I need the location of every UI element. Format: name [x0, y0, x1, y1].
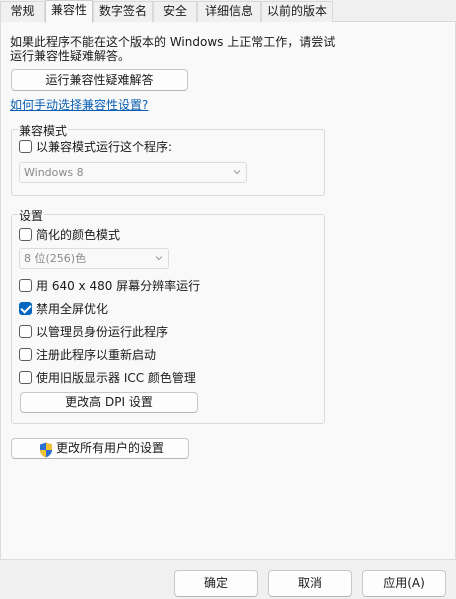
compat-mode-checkbox-label: 以兼容模式运行这个程序: — [36, 139, 173, 154]
tab-digital-signatures[interactable]: 数字签名 — [93, 1, 153, 22]
cancel-button-label: 取消 — [297, 576, 322, 590]
run-as-admin-label: 以管理员身份运行此程序 — [36, 324, 169, 339]
chevron-down-icon — [233, 170, 241, 175]
manual-settings-link[interactable]: 如何手动选择兼容性设置? — [10, 96, 148, 113]
ok-button-label: 确定 — [203, 576, 228, 590]
change-all-users-label: 更改所有用户的设置 — [55, 441, 164, 455]
res-640-label: 用 640 x 480 屏幕分辨率运行 — [36, 278, 201, 293]
color-depth-select: 8 位(256)色 — [19, 248, 169, 269]
change-dpi-label: 更改高 DPI 设置 — [65, 395, 153, 409]
change-dpi-button[interactable]: 更改高 DPI 设置 — [20, 392, 198, 413]
dialog-footer: 确定 取消 应用(A) — [0, 560, 456, 599]
compat-mode-group-label: 兼容模式 — [18, 122, 69, 139]
apply-button-label: 应用(A) — [383, 576, 425, 590]
tab-compatibility-label: 兼容性 — [50, 3, 87, 17]
legacy-icc-label: 使用旧版显示器 ICC 颜色管理 — [36, 370, 196, 385]
tab-general-label: 常规 — [10, 4, 35, 18]
legacy-icc-checkbox[interactable] — [19, 370, 32, 384]
run-as-admin-row[interactable]: 以管理员身份运行此程序 — [19, 323, 168, 339]
tab-digital-signatures-label: 数字签名 — [98, 4, 147, 18]
run-troubleshooter-button[interactable]: 运行兼容性疑难解答 — [11, 69, 188, 91]
tab-previous-versions-label: 以前的版本 — [266, 4, 327, 18]
color-depth-select-value: 8 位(256)色 — [24, 252, 87, 265]
tab-previous-versions[interactable]: 以前的版本 — [261, 1, 333, 22]
tab-strip: 常规 兼容性 数字签名 安全 详细信息 以前的版本 — [0, 0, 456, 23]
change-all-users-button[interactable]: 更改所有用户的设置 — [11, 438, 189, 459]
compat-mode-checkbox[interactable] — [19, 139, 32, 153]
reduced-color-row[interactable]: 简化的颜色模式 — [19, 226, 120, 242]
tab-general[interactable]: 常规 — [0, 1, 45, 22]
os-version-select-value: Windows 8 — [24, 166, 84, 179]
cancel-button[interactable]: 取消 — [268, 570, 352, 597]
tab-compatibility[interactable]: 兼容性 — [45, 0, 93, 23]
disable-fullscreen-opt-label: 禁用全屏优化 — [36, 301, 109, 316]
run-troubleshooter-label: 运行兼容性疑难解答 — [45, 73, 154, 87]
tab-security-label: 安全 — [162, 4, 187, 18]
reduced-color-label: 简化的颜色模式 — [36, 227, 121, 242]
compat-mode-checkbox-row[interactable]: 以兼容模式运行这个程序: — [19, 138, 172, 154]
uac-shield-icon — [40, 442, 52, 458]
res-640-checkbox[interactable] — [19, 278, 32, 292]
legacy-icc-row[interactable]: 使用旧版显示器 ICC 颜色管理 — [19, 369, 196, 385]
register-restart-row[interactable]: 注册此程序以重新启动 — [19, 346, 156, 362]
tab-details-label: 详细信息 — [204, 4, 253, 18]
run-as-admin-checkbox[interactable] — [19, 324, 32, 338]
settings-group-label: 设置 — [18, 207, 45, 224]
disable-fullscreen-opt-checkbox[interactable] — [19, 301, 32, 315]
os-version-select[interactable]: Windows 8 — [19, 162, 247, 183]
res-640-row[interactable]: 用 640 x 480 屏幕分辨率运行 — [19, 277, 200, 293]
ok-button[interactable]: 确定 — [174, 570, 258, 597]
reduced-color-checkbox[interactable] — [19, 227, 32, 241]
chevron-down-icon — [155, 256, 163, 261]
tab-security[interactable]: 安全 — [153, 1, 197, 22]
tab-details[interactable]: 详细信息 — [197, 1, 261, 22]
apply-button[interactable]: 应用(A) — [362, 570, 446, 597]
description-text: 如果此程序不能在这个版本的 Windows 上正常工作，请尝试运行兼容性疑难解答… — [10, 35, 336, 63]
register-restart-label: 注册此程序以重新启动 — [36, 347, 157, 362]
compatibility-panel: 如果此程序不能在这个版本的 Windows 上正常工作，请尝试运行兼容性疑难解答… — [0, 22, 456, 560]
disable-fullscreen-opt-row[interactable]: 禁用全屏优化 — [19, 300, 108, 316]
register-restart-checkbox[interactable] — [19, 347, 32, 361]
